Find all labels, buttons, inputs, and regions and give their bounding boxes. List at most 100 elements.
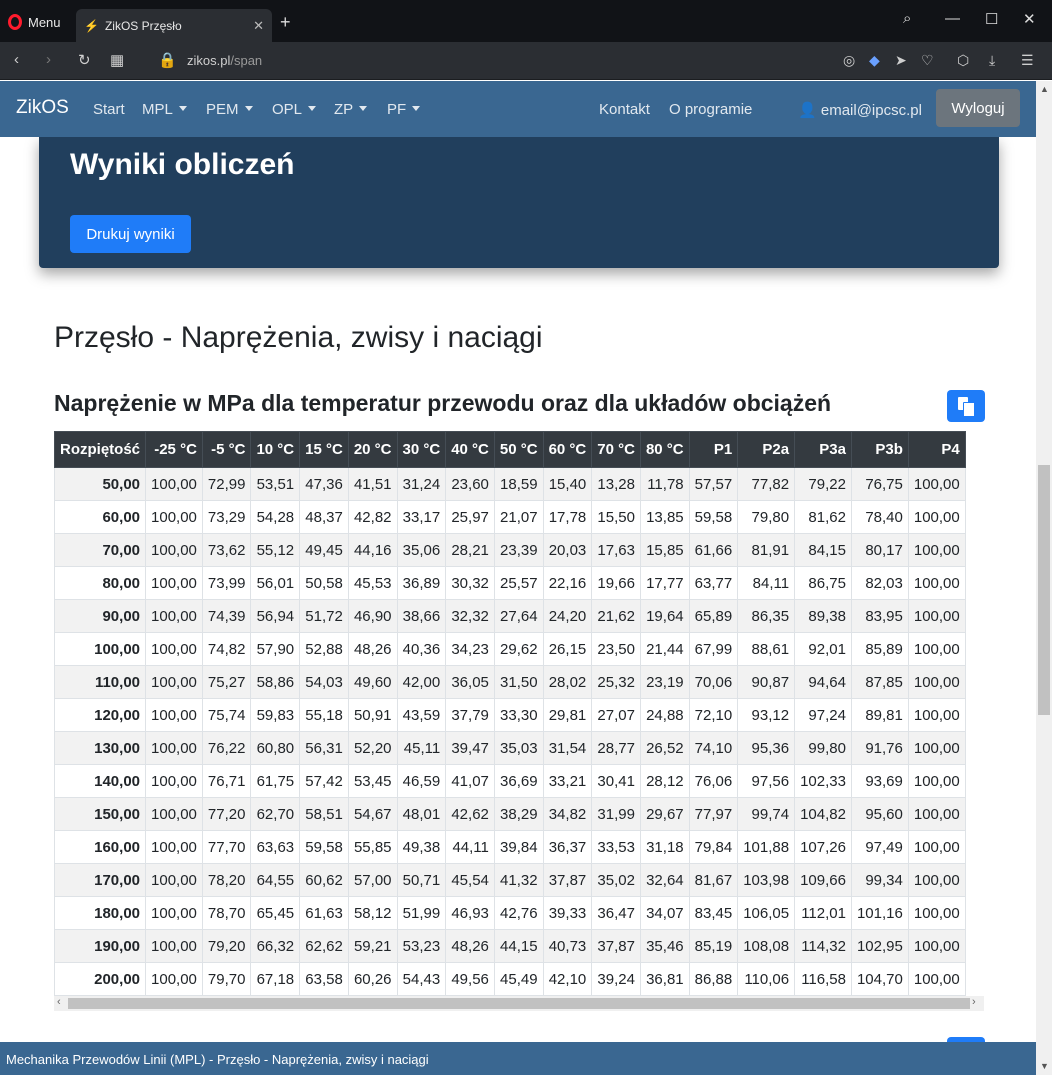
tab-close-icon[interactable]: ✕ [253, 18, 264, 34]
easy-setup-icon[interactable]: ☰ [1021, 52, 1034, 69]
stress-value-cell: 77,97 [688, 797, 739, 831]
stress-value-cell: 101,16 [850, 896, 909, 930]
brand-logo[interactable]: ZikOS [16, 97, 69, 119]
nav-mpl-dropdown[interactable]: MPL [142, 101, 187, 118]
nav-user[interactable]: 👤 email@ipcsc.pl [798, 101, 922, 119]
stress-value-cell: 30,32 [445, 566, 495, 600]
column-header: 10 °C [250, 431, 301, 468]
stress-value-cell: 40,36 [396, 632, 447, 666]
stress-value-cell: 31,50 [493, 665, 544, 699]
nav-pf-label: PF [387, 101, 407, 118]
browser-menu-button[interactable]: Menu [8, 10, 61, 34]
stress-value-cell: 59,58 [299, 830, 349, 864]
stress-value-cell: 106,05 [737, 896, 796, 930]
logout-button[interactable]: Wyloguj [936, 89, 1020, 127]
stress-table-container: Rozpiętość -25 °C -5 °C 10 °C 15 °C 20 °C 30 °… [54, 431, 984, 996]
send-icon[interactable]: ➤ [895, 52, 907, 69]
copy-table-button[interactable] [947, 390, 985, 422]
stress-value-cell: 76,22 [201, 731, 252, 765]
stress-value-cell: 100,00 [907, 962, 966, 996]
column-header: -5 °C [201, 431, 252, 468]
stress-value-cell: 100,00 [907, 698, 966, 732]
shield-icon[interactable]: ◆ [869, 52, 880, 69]
stress-value-cell: 15,85 [639, 533, 690, 567]
extensions-icon[interactable]: ⬡ [957, 52, 969, 69]
stress-value-cell: 86,75 [794, 566, 852, 600]
stress-value-cell: 53,45 [347, 764, 398, 798]
close-window-icon[interactable]: ✕ [1023, 10, 1036, 28]
stress-value-cell: 37,87 [542, 863, 593, 897]
snapshot-icon[interactable]: ◎ [843, 52, 855, 69]
stress-value-cell: 100,00 [907, 929, 966, 963]
stress-value-cell: 48,26 [347, 632, 398, 666]
stress-value-cell: 100,00 [907, 467, 966, 501]
horizontal-scrollbar[interactable]: ‹ › [54, 996, 984, 1011]
nav-opl-dropdown[interactable]: OPL [272, 101, 317, 118]
scroll-left-icon[interactable]: ‹ [57, 996, 61, 1008]
stress-value-cell: 62,70 [250, 797, 301, 831]
forward-icon[interactable]: › [46, 51, 51, 68]
stress-value-cell: 56,01 [250, 566, 301, 600]
column-header: 50 °C [493, 431, 544, 468]
stress-value-cell: 13,28 [591, 467, 641, 501]
vertical-scrollbar[interactable]: ▲ ▼ [1036, 81, 1052, 1075]
url-host: zikos.pl [187, 53, 231, 68]
url-field[interactable]: zikos.pl/span [187, 53, 262, 68]
nav-about[interactable]: O programie [669, 101, 752, 118]
stress-value-cell: 57,00 [347, 863, 398, 897]
stress-value-cell: 19,66 [591, 566, 641, 600]
speed-dial-icon[interactable]: ▦ [110, 51, 124, 69]
table-row: 120,00 100,00 75,74 59,83 55,18 50,91 43,59 37,… [54, 698, 966, 732]
url-path: /span [230, 53, 263, 68]
nav-pem-dropdown[interactable]: PEM [206, 101, 253, 118]
stress-value-cell: 46,93 [445, 896, 495, 930]
scroll-up-icon[interactable]: ▲ [1040, 84, 1049, 94]
table-row: 150,00 100,00 77,20 62,70 58,51 54,67 48,01 42,… [54, 797, 966, 831]
stress-value-cell: 77,20 [201, 797, 252, 831]
stress-value-cell: 100,00 [145, 830, 203, 864]
scroll-down-icon[interactable]: ▼ [1040, 1061, 1049, 1071]
minimize-icon[interactable]: — [945, 10, 960, 27]
stress-value-cell: 59,21 [347, 929, 398, 963]
stress-value-cell: 42,00 [396, 665, 447, 699]
stress-value-cell: 76,71 [201, 764, 252, 798]
vertical-scroll-thumb[interactable] [1038, 465, 1050, 715]
horizontal-scroll-thumb[interactable] [68, 998, 970, 1009]
stress-value-cell: 42,10 [542, 962, 593, 996]
nav-zp-dropdown[interactable]: ZP [334, 101, 368, 118]
nav-pf-dropdown[interactable]: PF [387, 101, 421, 118]
new-tab-button[interactable]: + [280, 12, 291, 33]
heart-icon[interactable]: ♡ [921, 52, 934, 69]
print-results-button[interactable]: Drukuj wyniki [70, 215, 191, 253]
stress-value-cell: 100,00 [907, 731, 966, 765]
stress-value-cell: 58,51 [299, 797, 349, 831]
maximize-icon[interactable]: ☐ [985, 10, 998, 28]
scroll-right-icon[interactable]: › [972, 996, 976, 1008]
stress-value-cell: 18,59 [493, 467, 544, 501]
stress-value-cell: 100,00 [907, 863, 966, 897]
caret-down-icon [359, 106, 368, 111]
browser-search-icon[interactable]: ⌕ [903, 10, 911, 27]
nav-contact[interactable]: Kontakt [599, 101, 650, 118]
stress-value-cell: 35,03 [493, 731, 544, 765]
download-icon[interactable]: ⤓ [989, 52, 995, 69]
browser-tab[interactable]: ⚡ ZikOS Przęsło ✕ [76, 9, 272, 42]
stress-value-cell: 50,91 [347, 698, 398, 732]
table-row: 110,00 100,00 75,27 58,86 54,03 49,60 42,00 36,… [54, 665, 966, 699]
status-text: Mechanika Przewodów Linii (MPL) - Przęsł… [6, 1052, 429, 1067]
stress-value-cell: 55,12 [250, 533, 301, 567]
stress-value-cell: 52,88 [299, 632, 349, 666]
stress-value-cell: 17,63 [591, 533, 641, 567]
column-header: 20 °C [347, 431, 398, 468]
reload-icon[interactable]: ↻ [78, 51, 91, 69]
stress-value-cell: 79,70 [201, 962, 252, 996]
stress-value-cell: 97,24 [794, 698, 852, 732]
stress-value-cell: 75,74 [201, 698, 252, 732]
span-length-cell: 70,00 [54, 533, 147, 567]
nav-start[interactable]: Start [93, 101, 125, 118]
stress-value-cell: 86,35 [737, 599, 796, 633]
stress-value-cell: 74,39 [201, 599, 252, 633]
back-icon[interactable]: ‹ [14, 51, 19, 68]
stress-value-cell: 99,34 [850, 863, 909, 897]
stress-value-cell: 37,87 [591, 929, 641, 963]
